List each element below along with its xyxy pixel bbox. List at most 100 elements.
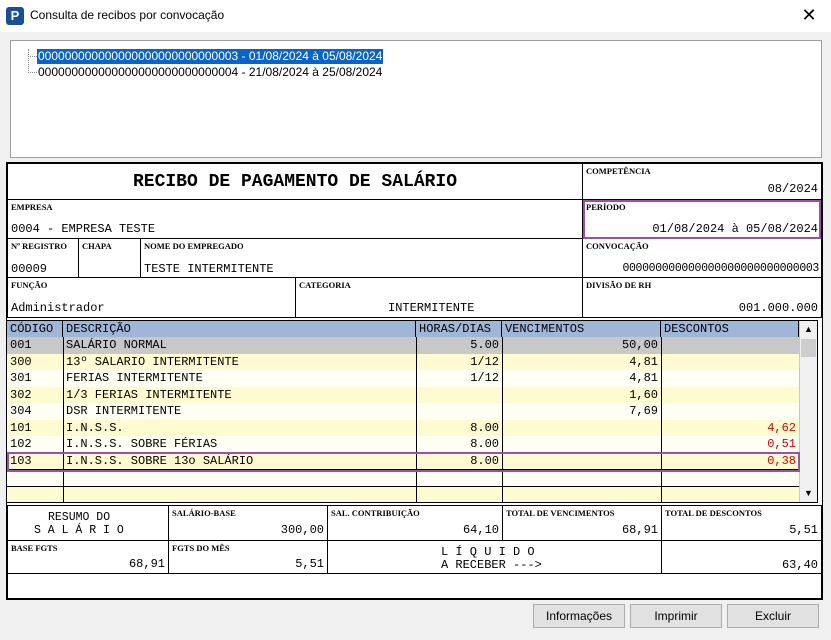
funcao-cell: FUNÇÃO Administrador [7, 277, 296, 318]
column-header-vencimentos[interactable]: VENCIMENTOS [502, 321, 661, 337]
informacoes-button[interactable]: Informações [533, 604, 625, 628]
cell-codigo: 300 [10, 354, 32, 369]
total-descontos-label: TOTAL DE DESCONTOS [665, 508, 762, 518]
receipt-footer-row [7, 573, 822, 599]
column-header-codigo[interactable]: CÓDIGO [7, 321, 63, 337]
salario-base-value: 300,00 [280, 523, 324, 537]
cell-vencimentos: 50,00 [621, 338, 658, 352]
table-row[interactable]: 103 I.N.S.S. SOBRE 13o SALÁRIO 8.00 0,38 [7, 452, 799, 470]
liquido-subtitle: A RECEBER ---> [441, 558, 542, 572]
cell-descricao: I.N.S.S. SOBRE 13o SALÁRIO [66, 453, 254, 468]
column-divider [502, 337, 503, 502]
convocacao-label: CONVOCAÇÃO [586, 241, 649, 251]
divisao-value: 001.000.000 [738, 301, 818, 315]
receipt-title-cell: RECIBO DE PAGAMENTO DE SALÁRIO [7, 163, 583, 200]
categoria-value: INTERMITENTE [388, 301, 475, 315]
close-icon[interactable]: ✕ [797, 4, 821, 28]
tree-item-convocation-3[interactable]: 000000000000000000000000000003 - 01/08/2… [37, 49, 384, 64]
table-row[interactable]: 102 I.N.S.S. SOBRE FÉRIAS 8.00 0,51 [7, 436, 799, 453]
cell-descricao: SALÁRIO NORMAL [66, 338, 167, 352]
table-row[interactable]: 302 1/3 FERIAS INTERMITENTE 1,60 [7, 386, 799, 404]
periodo-label: PERÍODO [586, 202, 626, 212]
sal-contribuicao-cell: SAL. CONTRIBUIÇÃO 64,10 [327, 505, 503, 541]
total-descontos-cell: TOTAL DE DESCONTOS 5,51 [661, 505, 822, 541]
receipt-title: RECIBO DE PAGAMENTO DE SALÁRIO [132, 172, 458, 192]
cell-horas: 8.00 [470, 420, 499, 435]
cell-codigo: 001 [10, 338, 32, 352]
base-fgts-cell: BASE FGTS 68,91 [7, 540, 169, 574]
tree-connector [28, 56, 37, 57]
competencia-label: COMPETÊNCIA [586, 166, 651, 176]
competencia-value: 08/2024 [767, 182, 818, 196]
imprimir-button[interactable]: Imprimir [630, 604, 722, 628]
funcao-label: FUNÇÃO [11, 280, 48, 290]
cell-codigo: 302 [10, 387, 32, 402]
periodo-cell: PERÍODO 01/08/2024 à 05/08/2024 [582, 199, 822, 239]
categoria-cell: CATEGORIA INTERMITENTE [295, 277, 583, 318]
divisao-label: DIVISÃO DE RH [586, 280, 652, 290]
cell-descricao: 13º SALARIO INTERMITENTE [66, 354, 239, 369]
column-header-descricao[interactable]: DESCRIÇÃO [63, 321, 416, 337]
table-row[interactable]: 001 SALÁRIO NORMAL 5.00 50,00 [7, 337, 799, 354]
scroll-down-icon[interactable]: ▼ [800, 485, 817, 502]
total-vencimentos-cell: TOTAL DE VENCIMENTOS 68,91 [502, 505, 662, 541]
cell-horas [416, 403, 502, 420]
chapa-cell: CHAPA [78, 238, 141, 278]
excluir-button[interactable]: Excluir [727, 604, 819, 628]
liquido-title: L Í Q U I D O [441, 545, 535, 559]
cell-descontos: 0,51 [767, 437, 796, 451]
registro-label: Nº REGISTRO [11, 241, 67, 251]
cell-descricao: 1/3 FERIAS INTERMITENTE [66, 387, 232, 402]
cell-descricao: FERIAS INTERMITENTE [66, 371, 203, 385]
cell-descontos [661, 354, 799, 371]
sal-contribuicao-label: SAL. CONTRIBUIÇÃO [331, 508, 420, 518]
table-row[interactable]: 101 I.N.S.S. 8.00 4,62 [7, 419, 799, 437]
grid-scrollbar[interactable]: ▲ ▼ [799, 321, 817, 502]
convocation-tree[interactable]: 000000000000000000000000000003 - 01/08/2… [10, 40, 822, 158]
divisao-cell: DIVISÃO DE RH 001.000.000 [582, 277, 822, 318]
cell-horas: 5.00 [470, 338, 499, 352]
competencia-cell: COMPETÊNCIA 08/2024 [582, 163, 822, 200]
fgts-mes-label: FGTS DO MÊS [172, 543, 230, 553]
table-row[interactable]: 300 13º SALARIO INTERMITENTE 1/12 4,81 [7, 353, 799, 371]
cell-vencimentos: 4,81 [629, 371, 658, 385]
column-divider [416, 337, 417, 502]
scroll-up-icon[interactable]: ▲ [800, 321, 817, 338]
chapa-label: CHAPA [82, 241, 112, 251]
base-fgts-label: BASE FGTS [11, 543, 58, 553]
resumo-title: RESUMO DO [48, 511, 111, 524]
registro-value: 00009 [11, 262, 48, 276]
tree-connector [28, 49, 29, 73]
cell-vencimentos: 4,81 [629, 354, 658, 369]
liquido-label-cell: L Í Q U I D O A RECEBER ---> [327, 540, 662, 574]
empresa-label: EMPRESA [11, 202, 53, 212]
column-header-descontos[interactable]: DESCONTOS [661, 321, 799, 337]
salario-base-label: SALÁRIO-BASE [172, 508, 236, 518]
cell-codigo: 304 [10, 404, 32, 418]
app-icon: P [6, 7, 24, 25]
table-row[interactable]: 301 FERIAS INTERMITENTE 1/12 4,81 [7, 370, 799, 387]
table-row[interactable]: 304 DSR INTERMITENTE 7,69 [7, 403, 799, 420]
items-grid[interactable]: CÓDIGO DESCRIÇÃO HORAS/DIAS VENCIMENTOS … [6, 320, 818, 503]
convocacao-cell: CONVOCAÇÃO 00000000000000000000000000000… [582, 238, 822, 278]
cell-descricao: I.N.S.S. [66, 420, 124, 435]
cell-descontos [661, 387, 799, 404]
column-header-horas[interactable]: HORAS/DIAS [416, 321, 502, 337]
window-title: Consulta de recibos por convocação [30, 8, 225, 22]
scroll-thumb[interactable] [801, 339, 816, 357]
cell-descricao: I.N.S.S. SOBRE FÉRIAS [66, 437, 218, 451]
total-vencimentos-label: TOTAL DE VENCIMENTOS [506, 508, 615, 518]
cell-descricao: DSR INTERMITENTE [66, 404, 182, 418]
column-divider [63, 337, 64, 502]
table-row[interactable] [7, 469, 799, 486]
registro-cell: Nº REGISTRO 00009 [7, 238, 79, 278]
funcao-value: Administrador [11, 301, 105, 315]
categoria-label: CATEGORIA [299, 280, 351, 290]
cell-vencimentos [502, 453, 661, 470]
cell-horas [416, 387, 502, 404]
table-row[interactable] [7, 485, 799, 502]
cell-vencimentos [502, 420, 661, 437]
cell-descontos: 0,38 [767, 453, 796, 468]
tree-item-convocation-4[interactable]: 000000000000000000000000000004 - 21/08/2… [37, 65, 383, 80]
tree-connector [28, 72, 37, 73]
